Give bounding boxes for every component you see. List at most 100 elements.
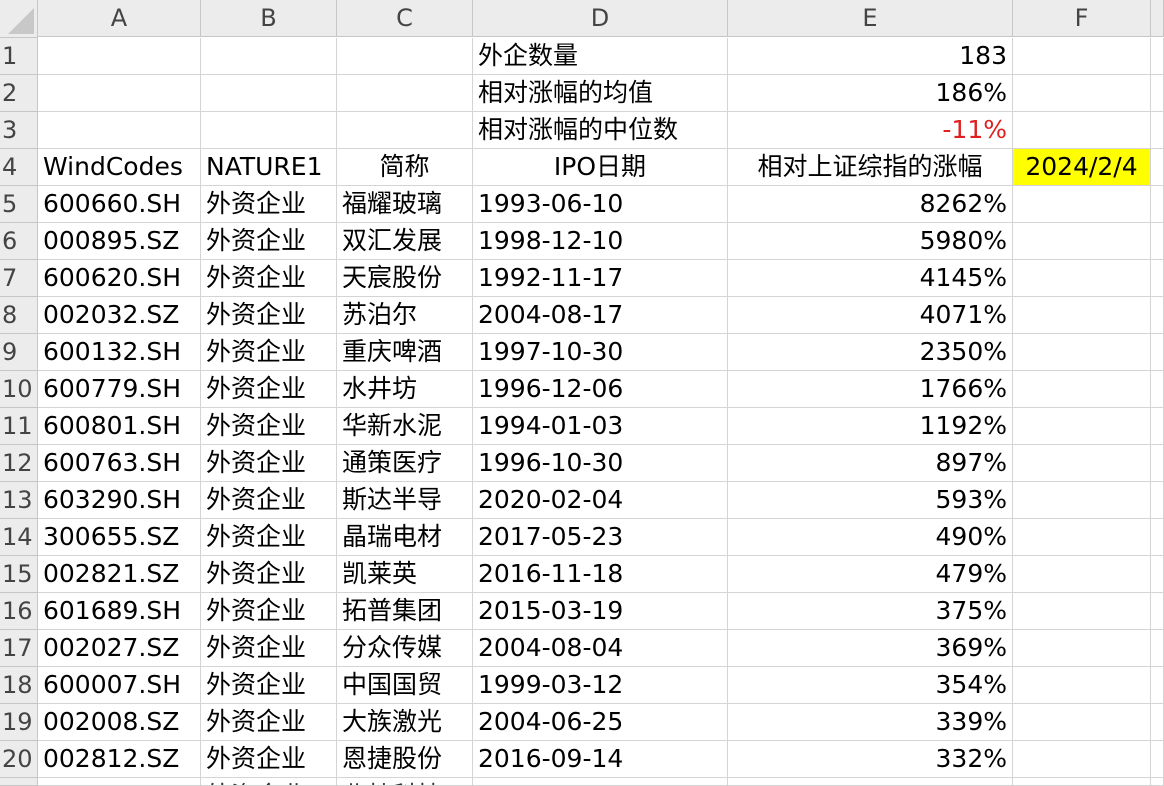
- row-header[interactable]: 19: [0, 704, 38, 741]
- empty-cell[interactable]: [1013, 75, 1151, 112]
- nature-cell[interactable]: 外资企业: [201, 186, 337, 223]
- nature-cell[interactable]: 外资企业: [201, 593, 337, 630]
- empty-cell[interactable]: [1013, 408, 1151, 445]
- wind-code-cell[interactable]: 603290.SH: [38, 482, 201, 519]
- short-name-cell[interactable]: 水井坊: [337, 371, 473, 408]
- short-name-cell[interactable]: 重庆啤酒: [337, 334, 473, 371]
- short-name-cell[interactable]: 福耀玻璃: [337, 186, 473, 223]
- relative-gain-cell[interactable]: 5980%: [728, 223, 1013, 260]
- empty-cell[interactable]: [337, 75, 473, 112]
- row-header[interactable]: 18: [0, 667, 38, 704]
- empty-cell[interactable]: [1151, 482, 1164, 519]
- header-relative-gain[interactable]: 相对上证综指的涨幅: [728, 149, 1013, 186]
- row-header[interactable]: 20: [0, 741, 38, 778]
- ipo-date-cell[interactable]: 2020-02-04: [473, 482, 728, 519]
- wind-code-cell[interactable]: 600779.SH: [38, 371, 201, 408]
- empty-cell[interactable]: [1013, 593, 1151, 630]
- row-header[interactable]: 13: [0, 482, 38, 519]
- wind-code-cell[interactable]: 600763.SH: [38, 445, 201, 482]
- empty-cell[interactable]: [1013, 519, 1151, 556]
- ipo-date-cell[interactable]: 1996-10-30: [473, 445, 728, 482]
- header-nature[interactable]: NATURE1: [201, 149, 337, 186]
- nature-cell[interactable]: 外资企业: [201, 334, 337, 371]
- empty-cell[interactable]: [1013, 704, 1151, 741]
- empty-cell[interactable]: [1151, 149, 1164, 186]
- relative-gain-cell[interactable]: 2350%: [728, 334, 1013, 371]
- ipo-date-cell[interactable]: 2004-08-04: [473, 630, 728, 667]
- relative-gain-cell[interactable]: 369%: [728, 630, 1013, 667]
- header-windcodes[interactable]: WindCodes: [38, 149, 201, 186]
- short-name-cell[interactable]: 分众传媒: [337, 630, 473, 667]
- short-name-cell[interactable]: 双汇发展: [337, 223, 473, 260]
- highlighted-date-cell[interactable]: 2024/2/4: [1013, 149, 1151, 186]
- relative-gain-cell[interactable]: 1766%: [728, 371, 1013, 408]
- empty-cell[interactable]: [1151, 297, 1164, 334]
- nature-cell[interactable]: 外资企业: [201, 667, 337, 704]
- relative-gain-cell[interactable]: 354%: [728, 667, 1013, 704]
- row-header[interactable]: 3: [0, 112, 38, 149]
- empty-cell[interactable]: [1151, 667, 1164, 704]
- wind-code-cell[interactable]: 002008.SZ: [38, 704, 201, 741]
- empty-cell[interactable]: [337, 38, 473, 75]
- nature-cell[interactable]: 外资企业: [201, 556, 337, 593]
- column-header-b[interactable]: B: [201, 0, 337, 37]
- empty-cell[interactable]: [337, 112, 473, 149]
- empty-cell[interactable]: [1151, 778, 1164, 786]
- empty-cell[interactable]: [38, 778, 201, 786]
- row-header[interactable]: 7: [0, 260, 38, 297]
- wind-code-cell[interactable]: 300655.SZ: [38, 519, 201, 556]
- summary-label-cell[interactable]: 相对涨幅的中位数: [473, 112, 728, 149]
- empty-cell[interactable]: [1151, 334, 1164, 371]
- empty-cell[interactable]: [1151, 223, 1164, 260]
- nature-cell[interactable]: 外资企业: [201, 519, 337, 556]
- column-header-f[interactable]: F: [1013, 0, 1151, 37]
- relative-gain-cell[interactable]: 4145%: [728, 260, 1013, 297]
- empty-cell[interactable]: [201, 38, 337, 75]
- row-header[interactable]: 10: [0, 371, 38, 408]
- nature-cell[interactable]: 外资企业: [201, 704, 337, 741]
- ipo-date-cell[interactable]: 2016-09-14: [473, 741, 728, 778]
- empty-cell[interactable]: [38, 112, 201, 149]
- wind-code-cell[interactable]: 600660.SH: [38, 186, 201, 223]
- column-header-a[interactable]: A: [38, 0, 201, 37]
- empty-cell[interactable]: [1013, 371, 1151, 408]
- short-name-cell[interactable]: 拓普集团: [337, 593, 473, 630]
- empty-cell[interactable]: [1151, 112, 1164, 149]
- wind-code-cell[interactable]: 601689.SH: [38, 593, 201, 630]
- empty-cell[interactable]: [1151, 556, 1164, 593]
- empty-cell[interactable]: [1013, 260, 1151, 297]
- summary-label-cell[interactable]: 相对涨幅的均值: [473, 75, 728, 112]
- ipo-date-cell[interactable]: 1999-03-12: [473, 667, 728, 704]
- empty-cell[interactable]: [1013, 334, 1151, 371]
- row-header[interactable]: 11: [0, 408, 38, 445]
- short-name-cell[interactable]: 恩捷股份: [337, 741, 473, 778]
- wind-code-cell[interactable]: 600007.SH: [38, 667, 201, 704]
- empty-cell[interactable]: [1013, 297, 1151, 334]
- row-header[interactable]: 1: [0, 38, 38, 75]
- nature-cell[interactable]: 外资企业: [201, 445, 337, 482]
- empty-cell[interactable]: [1151, 260, 1164, 297]
- row-header[interactable]: 12: [0, 445, 38, 482]
- select-all-corner[interactable]: [0, 0, 38, 38]
- row-header[interactable]: 6: [0, 223, 38, 260]
- ipo-date-cell[interactable]: 2004-08-17: [473, 297, 728, 334]
- relative-gain-cell[interactable]: 339%: [728, 704, 1013, 741]
- empty-cell[interactable]: [1151, 593, 1164, 630]
- wind-code-cell[interactable]: 002812.SZ: [38, 741, 201, 778]
- empty-cell[interactable]: [1013, 556, 1151, 593]
- row-header[interactable]: 15: [0, 556, 38, 593]
- ipo-date-cell[interactable]: 1998-12-10: [473, 223, 728, 260]
- wind-code-cell[interactable]: 002027.SZ: [38, 630, 201, 667]
- header-ipo-date[interactable]: IPO日期: [473, 149, 728, 186]
- short-name-cell[interactable]: 天宸股份: [337, 260, 473, 297]
- empty-cell[interactable]: [1013, 38, 1151, 75]
- relative-gain-cell[interactable]: 897%: [728, 445, 1013, 482]
- wind-code-cell[interactable]: 002821.SZ: [38, 556, 201, 593]
- short-name-cell[interactable]: 通策医疗: [337, 445, 473, 482]
- column-header-e[interactable]: E: [728, 0, 1013, 37]
- row-header[interactable]: 17: [0, 630, 38, 667]
- nature-cell[interactable]: 外资企业: [201, 630, 337, 667]
- nature-cell[interactable]: 外资企业: [201, 260, 337, 297]
- empty-cell[interactable]: [1151, 704, 1164, 741]
- empty-cell[interactable]: [1013, 630, 1151, 667]
